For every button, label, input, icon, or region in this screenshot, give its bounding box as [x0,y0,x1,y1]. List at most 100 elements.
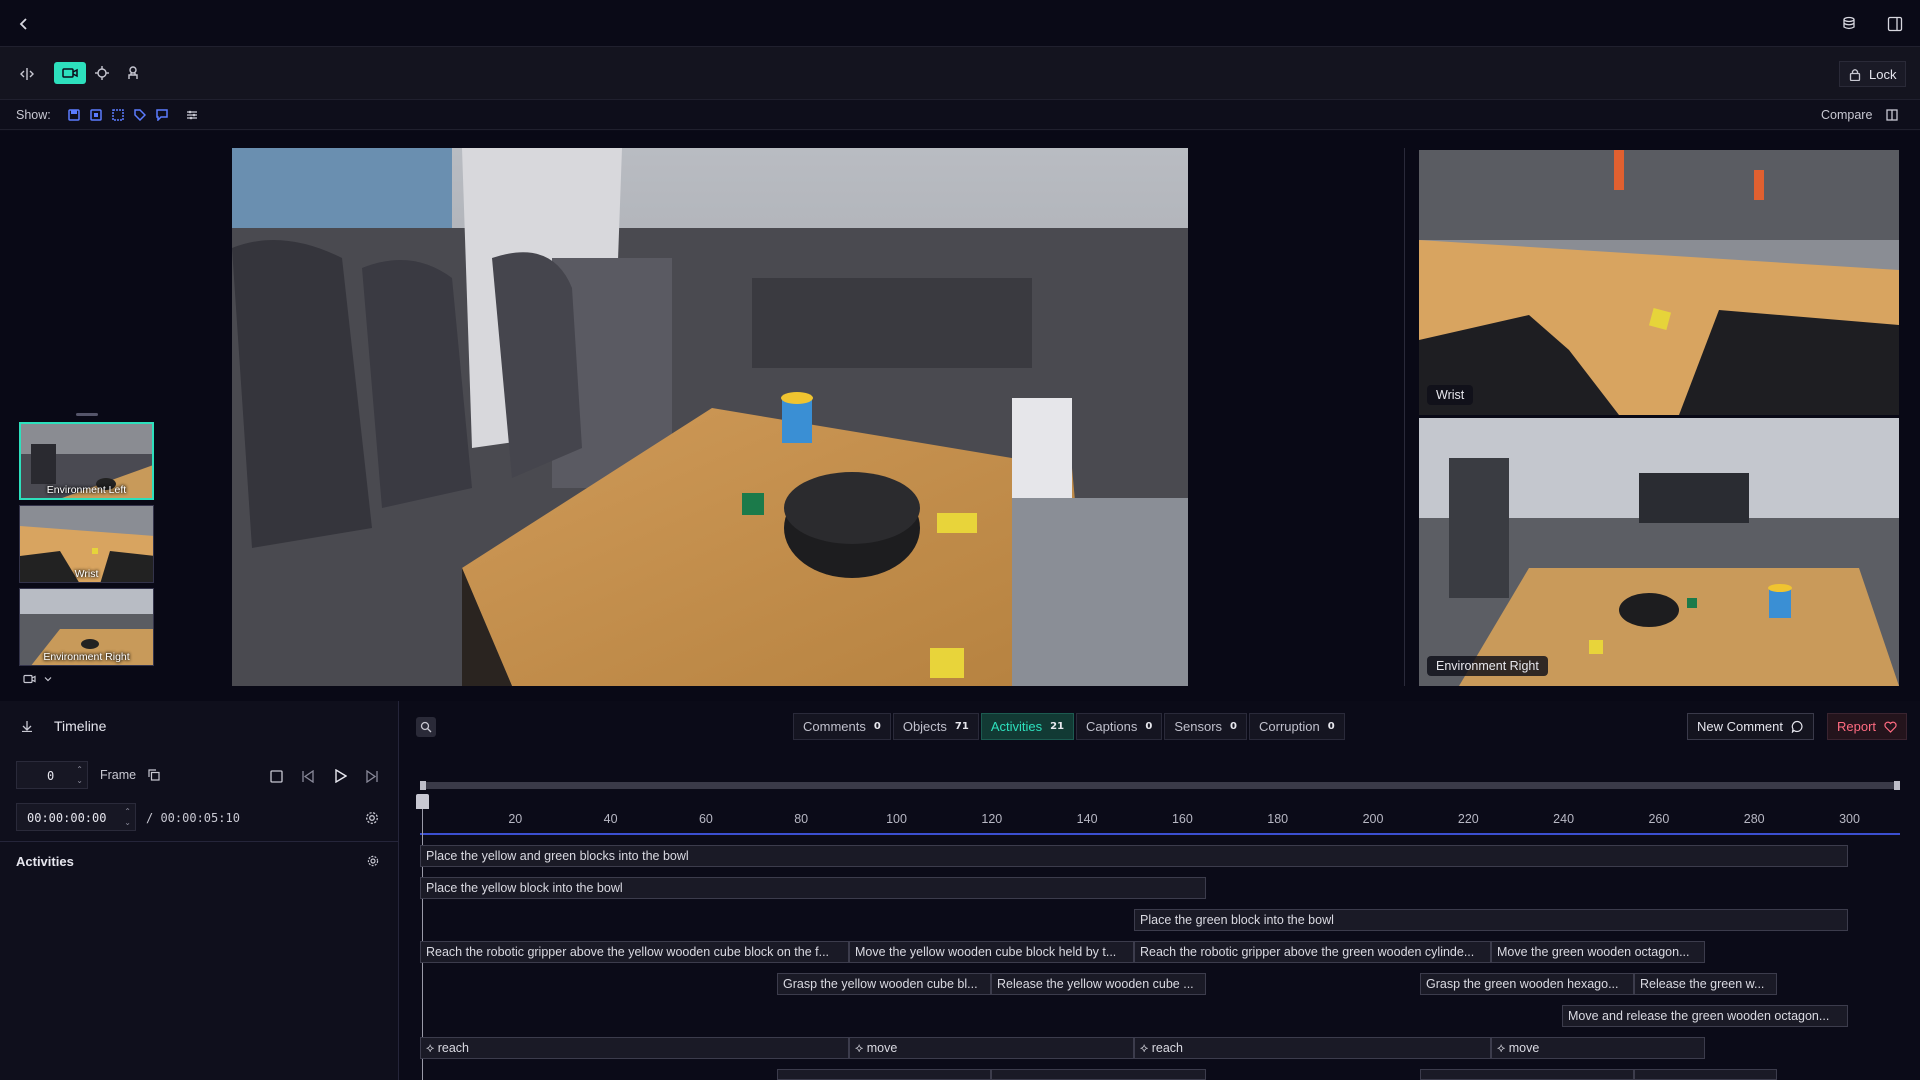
bbox-filter-icon[interactable] [110,107,126,123]
ruler-tick: 100 [886,812,907,826]
thumbnail-drag-handle[interactable] [76,413,98,416]
split-view-icon[interactable] [14,61,40,87]
activity-bar[interactable]: Move the green wooden octagon... [1491,941,1705,963]
frame-label: Frame [100,768,137,782]
activity-primitive-bar-partial[interactable] [777,1069,991,1080]
collapse-timeline-icon[interactable] [18,717,36,735]
back-icon[interactable] [12,12,36,36]
stop-icon[interactable] [267,767,285,785]
thumbnail-environment-left[interactable]: Environment Left [19,422,154,500]
ruler-tick: 20 [508,812,523,826]
robot-mode-icon[interactable] [121,61,145,85]
frame-ruler[interactable]: 20 40 60 80 100 120 140 160 180 200 220 240 260 280 30… [420,805,1900,835]
tab-objects[interactable]: Objects 71 [892,713,979,740]
tab-label: Sensors [1174,719,1223,734]
activities-section-title: Activities [16,854,74,869]
activity-primitive-bar[interactable]: ⟡ move [1491,1037,1705,1059]
activity-bar[interactable]: Grasp the green wooden hexago... [1420,973,1634,995]
settings-sliders-icon[interactable] [184,107,200,123]
skip-back-icon[interactable] [298,767,316,785]
play-icon[interactable] [331,767,349,785]
show-label: Show: [16,108,51,122]
activity-bar[interactable]: Place the yellow block into the bowl [420,877,1206,899]
timecode-input[interactable]: 00:00:00:00 ⌃ ⌄ [16,803,136,831]
ruler-tick: 160 [1171,812,1193,826]
activity-bar[interactable]: Place the yellow and green blocks into t… [420,845,1848,867]
panel-divider [0,841,399,842]
ruler-tick: 280 [1743,812,1765,826]
show-bar: Show: Compare [0,100,1920,130]
ruler-tick: 40 [603,812,618,826]
tab-count: 0 [1230,721,1237,732]
thumbnail-label: Environment Left [46,484,127,496]
activity-bar[interactable]: Reach the robotic gripper above the gree… [1134,941,1491,963]
copy-frame-icon[interactable] [146,767,162,783]
frame-input[interactable]: 0 ⌃ ⌄ [16,761,88,789]
activity-primitive-bar-partial[interactable] [1420,1069,1634,1080]
object-filter-icon[interactable] [88,107,104,123]
tab-sensors[interactable]: Sensors 0 [1164,713,1247,740]
wrist-camera-frame[interactable]: Wrist [1419,150,1899,415]
activity-primitive-bar-partial[interactable] [1634,1069,1777,1080]
timeline-scrollbar[interactable] [420,782,1900,789]
activity-bar[interactable]: Place the green block into the bowl [1134,909,1848,931]
save-filter-icon[interactable] [66,107,82,123]
comment-filter-icon[interactable] [154,107,170,123]
comment-icon [1791,720,1803,733]
thumbnail-environment-right[interactable]: Environment Right [19,588,154,666]
ruler-tick: 140 [1076,812,1098,826]
activity-primitive-bar[interactable]: ⟡ reach [1134,1037,1491,1059]
tab-comments[interactable]: Comments 0 [793,713,891,740]
scrollbar-left-handle[interactable] [420,781,426,790]
annotation-tabs: Comments 0 Objects 71 Activities 21 Caption… [793,713,1347,740]
activity-bar[interactable]: Release the yellow wooden cube ... [991,973,1206,995]
playhead-handle[interactable] [416,794,429,809]
top-bar [0,0,1920,47]
toolbar: Lock [0,47,1920,100]
tab-label: Comments [803,719,866,734]
tab-corruption[interactable]: Corruption 0 [1249,713,1345,740]
timeline-settings-icon[interactable] [363,809,381,827]
activity-bar[interactable]: Release the green w... [1634,973,1777,995]
compare-label[interactable]: Compare [1821,108,1872,122]
activities-settings-icon[interactable] [365,853,381,869]
skip-forward-icon[interactable] [363,767,381,785]
camera-select-icon[interactable] [18,671,58,687]
activity-bar[interactable]: Grasp the yellow wooden cube bl... [777,973,991,995]
ruler-tick: 300 [1839,812,1860,826]
new-comment-button[interactable]: New Comment [1687,713,1814,740]
activity-primitive-bar[interactable]: ⟡ reach [420,1037,849,1059]
lock-icon [1849,68,1861,81]
tab-captions[interactable]: Captions 0 [1076,713,1163,740]
environment-right-camera-frame[interactable]: Environment Right [1419,418,1899,686]
ruler-tick: 260 [1648,812,1670,826]
activity-primitive-bar[interactable]: ⟡ move [849,1037,1134,1059]
activity-bar[interactable]: Move and release the green wooden octago… [1562,1005,1848,1027]
new-comment-label: New Comment [1697,719,1783,734]
report-button[interactable]: Report [1827,713,1908,740]
keypoint-mode-icon[interactable] [90,61,114,85]
scrollbar-right-handle[interactable] [1894,781,1900,790]
activity-bar[interactable]: Reach the robotic gripper above the yell… [420,941,849,963]
tab-label: Corruption [1259,719,1320,734]
video-mode-icon[interactable] [54,62,86,84]
video-viewer: Environment Left Wrist Environment Right [0,131,1920,701]
activity-bar[interactable]: Move the yellow wooden cube block held b… [849,941,1134,963]
lock-label: Lock [1869,66,1897,82]
activity-primitive-bar-partial[interactable] [991,1069,1206,1080]
database-icon[interactable] [1838,12,1862,36]
panel-toggle-icon[interactable] [1883,12,1907,36]
viewer-divider[interactable] [1404,148,1405,686]
tab-activities[interactable]: Activities 21 [980,713,1075,740]
zoom-icon[interactable] [416,717,436,737]
frame-stepper-icon[interactable]: ⌃ ⌄ [76,764,83,786]
environment-right-camera-label: Environment Right [1427,656,1548,676]
timecode-stepper-icon[interactable]: ⌃ ⌄ [124,806,131,828]
ruler-tick: 200 [1362,812,1384,826]
lock-button[interactable]: Lock [1839,61,1907,87]
compare-icon[interactable] [1884,107,1900,123]
tab-label: Activities [990,719,1043,734]
main-camera-frame[interactable] [232,148,1188,686]
tag-filter-icon[interactable] [132,107,148,123]
thumbnail-wrist[interactable]: Wrist [19,505,154,583]
